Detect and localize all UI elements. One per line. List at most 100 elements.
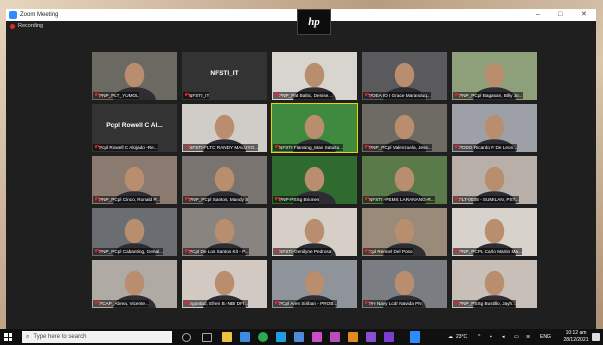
participant-name: Cpl Rennel Del Poso: [369, 249, 413, 254]
participant-tile[interactable]: PNP_PLT_YUMOL: [92, 52, 177, 100]
participant-tile[interactable]: FLT-0038 - SUMILAN, PST...: [452, 156, 537, 204]
participant-name-label: PNP_PLT_YUMOL: [93, 92, 139, 99]
notifications-icon[interactable]: [592, 333, 600, 341]
participant-tile[interactable]: NFSTI -PEMS LARANANG-R...: [362, 156, 447, 204]
participant-tile[interactable]: PDDG Ricardo F De Leon...: [452, 104, 537, 152]
muted-mic-icon: [274, 197, 278, 202]
video-app-icon[interactable]: [384, 332, 394, 342]
windows-start-icon[interactable]: [4, 333, 12, 341]
participant-tile[interactable]: NFSTI Flansing_Man Satuito...: [271, 103, 358, 153]
premiere-icon[interactable]: [330, 332, 340, 342]
photoshop-icon[interactable]: [312, 332, 322, 342]
participant-tile[interactable]: PNP_PCpl Cinco, Ronald P...: [92, 156, 177, 204]
participant-tile[interactable]: NFSTI-Genilyne Pedrosa: [272, 208, 357, 256]
recording-label: Recording: [18, 23, 44, 29]
participant-name-label: Agontad, Efren B.-NBI DFI...: [183, 300, 249, 307]
muted-mic-icon: [364, 249, 368, 254]
participant-name: PNP_PLT_YUMOL: [99, 93, 139, 98]
participant-tile[interactable]: PH Navy Lcdr Navida PN: [362, 260, 447, 308]
participant-name-label: PCpl Aren Siriban - PROB...: [273, 300, 338, 307]
taskbar-clock[interactable]: 10:12 am 28/12/2021: [562, 330, 590, 343]
muted-mic-icon: [94, 197, 98, 202]
participant-name: PCAP_Abrea, Vicente...: [99, 301, 149, 306]
participant-name: PNP-PSSg Briones: [279, 197, 320, 202]
store-icon[interactable]: [240, 332, 250, 342]
participant-tile[interactable]: PNP_PCpl Santos, Mandy S: [182, 156, 267, 204]
taskbar-search-placeholder: Type here to search: [33, 334, 87, 340]
participant-tile[interactable]: PCpl De Los Santos Kit - P...: [182, 208, 267, 256]
edge-icon[interactable]: [276, 332, 286, 342]
minimize-button[interactable]: –: [536, 9, 540, 21]
tray-chevron-icon[interactable]: ^: [478, 329, 480, 345]
search-icon: ⌕: [26, 333, 30, 340]
participant-tile[interactable]: PNP_PSSg Bustillo, Jayh...: [452, 260, 537, 308]
participant-name: NFSTI-Genilyne Pedrosa: [279, 249, 332, 254]
participant-name: PNP_PCpl Cinco, Ronald P...: [99, 197, 160, 202]
gallery-grid: PNP_PLT_YUMOL NFSTI_IT NFSTI_IT PNP_Pat Bal…: [92, 52, 538, 314]
mail-icon[interactable]: [294, 332, 304, 342]
muted-mic-icon: [454, 197, 458, 202]
participant-name-label: NFSTI_IT: [183, 92, 210, 99]
close-button[interactable]: ✕: [581, 9, 587, 21]
participant-tile[interactable]: PNP_Pat Baltic, Denise...: [272, 52, 357, 100]
muted-mic-icon: [454, 145, 458, 150]
participant-name: NFSTI_IT: [189, 93, 210, 98]
chrome-icon[interactable]: [258, 332, 268, 342]
muted-mic-icon: [94, 93, 98, 98]
participant-name-label: PDEA IO I Grace Maranduq...: [363, 92, 431, 99]
participant-tile[interactable]: Cpl Rennel Del Poso: [362, 208, 447, 256]
network-icon[interactable]: ▪: [490, 329, 492, 345]
participant-tile[interactable]: NFSTI-FLTC RANDY MALUYO...: [182, 104, 267, 152]
participant-name: PNP_PSSg Bustillo, Jayh...: [459, 301, 517, 306]
participant-tile[interactable]: PDEA IO I Grace Maranduq...: [362, 52, 447, 100]
participant-name: Agontad, Efren B.-NBI DFI...: [189, 301, 249, 306]
taskbar: ⌕ Type here to search ☁ 23°C ^ ▪ ◂ ▭ ≋ E…: [0, 329, 603, 345]
language-indicator[interactable]: ENG: [540, 329, 551, 345]
participant-name-label: PNP_PCpl Bagasan, Billy Jo...: [453, 92, 523, 99]
participant-tile[interactable]: PNP_PCpl Bagasan, Billy Jo...: [452, 52, 537, 100]
participant-name-label: Pcpl Rowell C Alojado -Re...: [93, 144, 158, 151]
participant-tile[interactable]: PNP_PCPL Carlo Martin Ma...: [452, 208, 537, 256]
participant-name: PNP_PCpl Valenzuela, Jess...: [369, 145, 432, 150]
participant-tile[interactable]: Agontad, Efren B.-NBI DFI...: [182, 260, 267, 308]
participant-name-label: PNP_PCpl Valenzuela, Jess...: [363, 144, 432, 151]
muted-mic-icon: [274, 93, 278, 98]
participant-name-label: PNP-PSSg Briones: [273, 196, 320, 203]
volume-icon[interactable]: ◂: [502, 329, 505, 345]
participant-tile[interactable]: PCpl Aren Siriban - PROB...: [272, 260, 357, 308]
muted-mic-icon: [274, 249, 278, 254]
zoom-app-icon: [9, 11, 17, 19]
participant-tile[interactable]: PNP_PCpl Cabanting, Genal...: [92, 208, 177, 256]
zoom-taskbar-icon[interactable]: [410, 331, 420, 343]
task-view-icon[interactable]: [202, 333, 212, 342]
participant-tile[interactable]: NFSTI_IT NFSTI_IT: [182, 52, 267, 100]
participant-name-label: FLT-0038 - SUMILAN, PST...: [453, 196, 519, 203]
participant-name-label: PNP_PCpl Cabanting, Genal...: [93, 248, 164, 255]
after-effects-icon[interactable]: [366, 332, 376, 342]
weather-icon[interactable]: ☁: [448, 329, 453, 345]
participant-tile[interactable]: Pcpl Rowell C Al... Pcpl Rowell C Alojado…: [92, 104, 177, 152]
muted-mic-icon: [184, 93, 188, 98]
recording-indicator[interactable]: Recording: [10, 23, 43, 29]
muted-mic-icon: [94, 145, 98, 150]
muted-mic-icon: [364, 145, 368, 150]
muted-mic-icon: [184, 249, 188, 254]
participant-name: NFSTI -PEMS LARANANG-R...: [369, 197, 435, 202]
cortana-icon[interactable]: [182, 333, 191, 342]
participant-tile[interactable]: PNP-PSSg Briones: [272, 156, 357, 204]
participant-name-label: PNP_PCPL Carlo Martin Ma...: [453, 248, 522, 255]
recording-dot-icon: [10, 23, 15, 29]
illustrator-icon[interactable]: [348, 332, 358, 342]
maximize-button[interactable]: □: [558, 9, 562, 21]
taskbar-search-box[interactable]: ⌕ Type here to search: [22, 331, 172, 343]
muted-mic-icon: [184, 301, 188, 306]
participant-tile[interactable]: PCAP_Abrea, Vicente...: [92, 260, 177, 308]
battery-icon[interactable]: ▭: [514, 329, 519, 345]
file-explorer-icon[interactable]: [222, 332, 232, 342]
weather-temperature[interactable]: 23°C: [456, 329, 467, 345]
participant-tile[interactable]: PNP_PCpl Valenzuela, Jess...: [362, 104, 447, 152]
wifi-icon[interactable]: ≋: [526, 329, 530, 345]
participant-name-label: Cpl Rennel Del Poso: [363, 248, 413, 255]
participant-name: PNP_PCpl Cabanting, Genal...: [99, 249, 164, 254]
participant-name: PNP_Pat Baltic, Denise...: [279, 93, 333, 98]
